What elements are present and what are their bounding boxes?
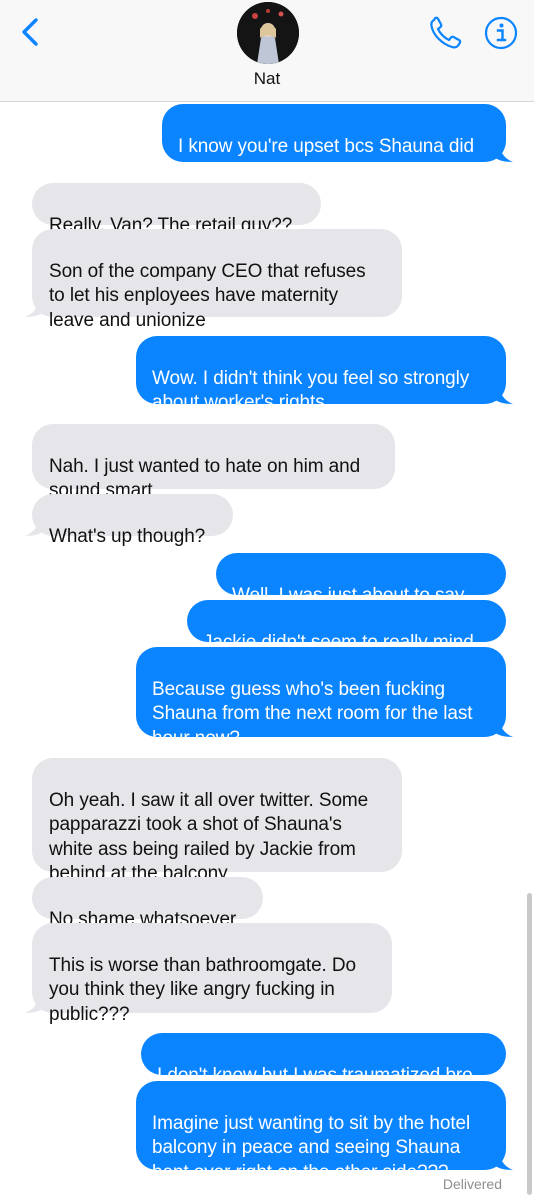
bubble-tail bbox=[25, 516, 45, 536]
message-bubble-incoming[interactable]: Really, Van? The retail guy?? bbox=[32, 183, 321, 236]
delivered-status: Delivered bbox=[442, 1176, 502, 1192]
message-text: Oh yeah. I saw it all over twitter. Some… bbox=[49, 789, 369, 885]
message-bubble-incoming[interactable]: Son of the company CEO that refuses to l… bbox=[25, 229, 402, 331]
message-bubble-outgoing[interactable]: I know you're upset bcs Shauna did Jacki… bbox=[162, 104, 513, 181]
bubble-tail bbox=[25, 297, 45, 317]
message-text: What's up though? bbox=[49, 525, 206, 547]
message-bubble-incoming[interactable]: Nah. I just wanted to hate on him and so… bbox=[32, 424, 395, 501]
message-text: I know you're upset bcs Shauna did Jacki… bbox=[178, 135, 474, 182]
message-text: Imagine just wanting to sit by the hotel… bbox=[152, 1112, 471, 1183]
message-text: Because guess who's been fucking Shauna … bbox=[152, 678, 473, 749]
message-bubble-outgoing[interactable]: Jackie didn't seem to really mind bbox=[187, 600, 506, 653]
bubble-tail bbox=[493, 1150, 513, 1170]
message-bubble-outgoing[interactable]: Well, I was just about to say... bbox=[216, 553, 506, 606]
message-bubble-outgoing[interactable]: Because guess who's been fucking Shauna … bbox=[136, 647, 513, 749]
message-bubble-outgoing[interactable]: I don't know but I was traumatized bro bbox=[141, 1033, 506, 1086]
phone-icon[interactable] bbox=[425, 16, 465, 52]
message-bubble-outgoing[interactable]: Wow. I didn't think you feel so strongly… bbox=[136, 336, 513, 413]
message-bubble-incoming[interactable]: No shame whatsoever bbox=[32, 877, 263, 930]
bubble-tail bbox=[493, 142, 513, 162]
scroll-indicator[interactable] bbox=[527, 893, 532, 1195]
message-bubble-incoming[interactable]: Oh yeah. I saw it all over twitter. Some… bbox=[32, 758, 402, 884]
message-text: Wow. I didn't think you feel so strongly… bbox=[152, 367, 470, 414]
message-text: Son of the company CEO that refuses to l… bbox=[49, 260, 366, 331]
bubble-tail bbox=[493, 717, 513, 737]
bubble-tail bbox=[493, 384, 513, 404]
bubble-tail bbox=[25, 993, 45, 1013]
conversation-header: Nat bbox=[0, 0, 534, 102]
contact-name[interactable]: Nat bbox=[0, 69, 534, 89]
message-bubble-incoming[interactable]: What's up though? bbox=[25, 494, 233, 547]
info-icon[interactable] bbox=[484, 16, 518, 50]
message-text: This is worse than bathroomgate. Do you … bbox=[49, 954, 356, 1025]
message-bubble-incoming[interactable]: This is worse than bathroomgate. Do you … bbox=[25, 923, 392, 1025]
chevron-left-icon[interactable] bbox=[14, 16, 46, 48]
avatar[interactable] bbox=[237, 2, 299, 64]
message-bubble-outgoing[interactable]: Imagine just wanting to sit by the hotel… bbox=[136, 1081, 513, 1183]
